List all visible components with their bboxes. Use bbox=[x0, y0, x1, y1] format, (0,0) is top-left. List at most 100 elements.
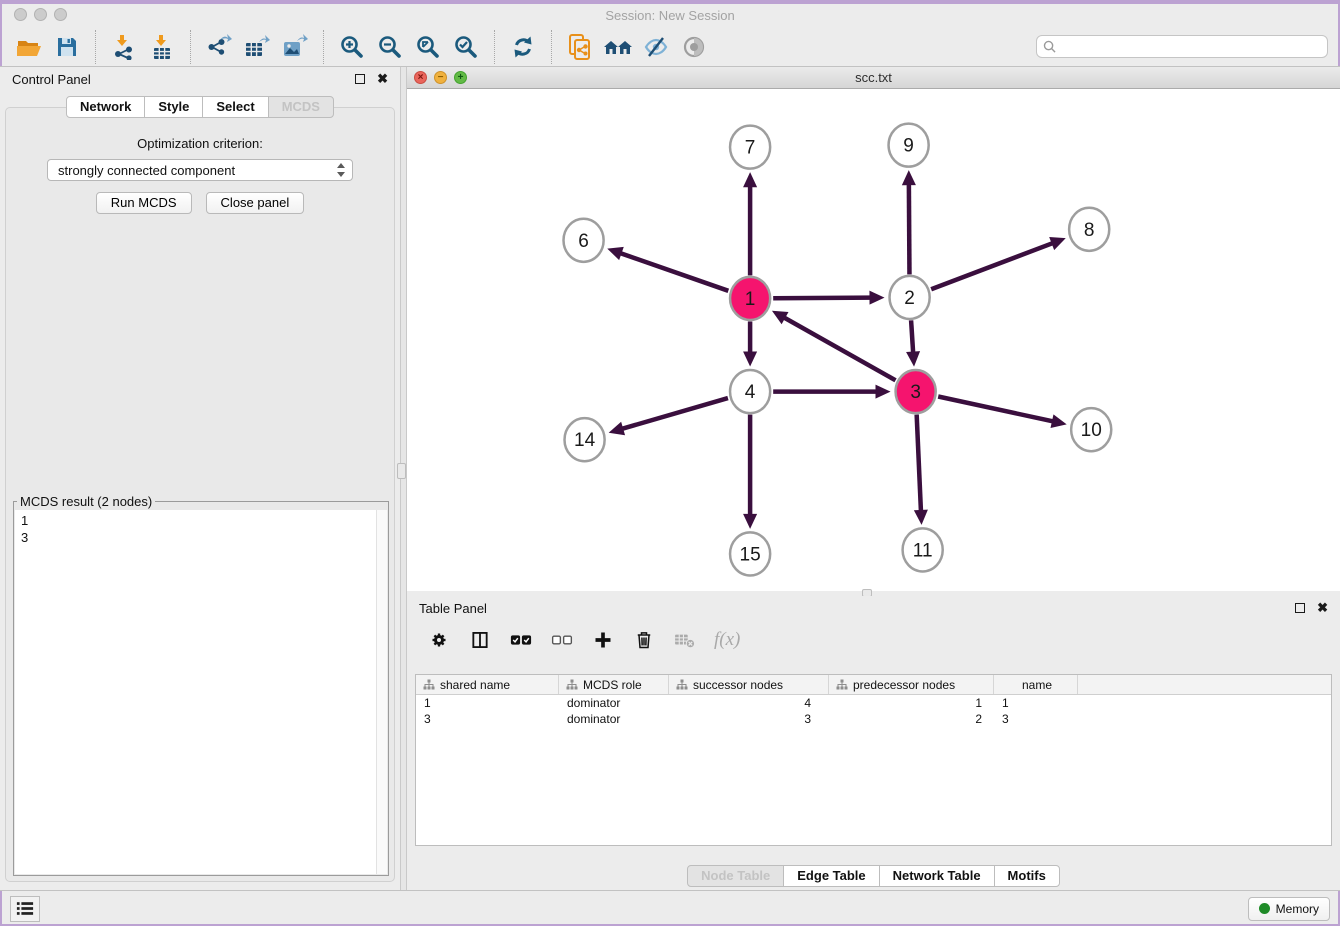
graph-edge-3-1[interactable] bbox=[783, 317, 895, 380]
vertical-splitter[interactable] bbox=[400, 67, 407, 890]
import-table-button[interactable] bbox=[145, 31, 179, 63]
open-session-button[interactable] bbox=[12, 31, 46, 63]
float-panel-icon[interactable] bbox=[355, 74, 365, 84]
cell-predecessor-nodes[interactable]: 2 bbox=[829, 712, 994, 726]
tab-style[interactable]: Style bbox=[144, 96, 203, 118]
tab-network-table[interactable]: Network Table bbox=[879, 865, 995, 887]
column-header-name[interactable]: name bbox=[994, 675, 1078, 694]
show-columns-button[interactable] bbox=[468, 628, 492, 652]
graph-edge-3-11[interactable] bbox=[917, 415, 921, 512]
cell-name[interactable]: 1 bbox=[994, 696, 1078, 710]
tab-edge-table[interactable]: Edge Table bbox=[783, 865, 879, 887]
zoom-fit-button[interactable] bbox=[411, 31, 445, 63]
zoom-out-button[interactable] bbox=[373, 31, 407, 63]
maximize-window-button[interactable] bbox=[54, 8, 67, 21]
task-history-button[interactable] bbox=[10, 896, 40, 922]
network-graph[interactable]: 7968124314101511 bbox=[407, 89, 1340, 591]
table-header-row: shared name MCDS role successor nodes bbox=[416, 675, 1331, 695]
graph-edge-2-3[interactable] bbox=[911, 320, 913, 353]
control-panel: Control Panel ✖ Network Style Select MCD… bbox=[0, 67, 400, 890]
tab-node-table[interactable]: Node Table bbox=[687, 865, 784, 887]
search-input[interactable] bbox=[1061, 39, 1321, 55]
result-line: 3 bbox=[21, 529, 381, 546]
mcds-result-title: MCDS result (2 nodes) bbox=[17, 494, 155, 509]
table-row[interactable]: 3 dominator 3 2 3 bbox=[416, 711, 1331, 727]
close-panel-button[interactable]: Close panel bbox=[206, 192, 305, 214]
cell-successor-nodes[interactable]: 3 bbox=[669, 712, 829, 726]
result-scrollbar[interactable] bbox=[376, 510, 387, 874]
search-box[interactable] bbox=[1036, 35, 1328, 58]
tab-mcds[interactable]: MCDS bbox=[268, 96, 334, 118]
cell-successor-nodes[interactable]: 4 bbox=[669, 696, 829, 710]
control-panel-title: Control Panel bbox=[12, 72, 91, 87]
graph-edge-3-10[interactable] bbox=[938, 396, 1054, 421]
save-icon bbox=[55, 35, 79, 59]
cell-shared-name[interactable]: 3 bbox=[416, 712, 559, 726]
close-window-button[interactable] bbox=[14, 8, 27, 21]
zoom-selected-button[interactable] bbox=[449, 31, 483, 63]
graph-edge-1-6[interactable] bbox=[620, 253, 729, 291]
clone-network-button[interactable] bbox=[563, 31, 597, 63]
minimize-window-button[interactable] bbox=[34, 8, 47, 21]
graph-edge-4-14[interactable] bbox=[621, 398, 728, 429]
run-mcds-button[interactable]: Run MCDS bbox=[96, 192, 192, 214]
network-canvas[interactable]: 7968124314101511 bbox=[407, 89, 1340, 591]
node-table[interactable]: shared name MCDS role successor nodes bbox=[415, 674, 1332, 846]
tab-select[interactable]: Select bbox=[202, 96, 268, 118]
hide-selected-button[interactable] bbox=[639, 31, 673, 63]
memory-button[interactable]: Memory bbox=[1248, 897, 1330, 921]
table-settings-button[interactable] bbox=[427, 628, 451, 652]
mcds-result-text[interactable]: 1 3 bbox=[15, 510, 387, 874]
float-panel-icon[interactable] bbox=[1295, 603, 1305, 613]
graph-edge-2-9[interactable] bbox=[909, 183, 910, 274]
save-session-button[interactable] bbox=[50, 31, 84, 63]
network-maximize-button[interactable]: + bbox=[454, 71, 467, 84]
list-icon bbox=[16, 901, 34, 916]
splitter-handle[interactable] bbox=[397, 463, 406, 479]
zoom-fit-icon bbox=[415, 34, 441, 60]
toolbar-separator bbox=[494, 30, 495, 64]
delete-column-button[interactable] bbox=[632, 628, 656, 652]
cell-predecessor-nodes[interactable]: 1 bbox=[829, 696, 994, 710]
cell-mcds-role[interactable]: dominator bbox=[559, 696, 669, 710]
cell-name[interactable]: 3 bbox=[994, 712, 1078, 726]
graph-edge-1-2[interactable] bbox=[773, 298, 871, 299]
refresh-button[interactable] bbox=[506, 31, 540, 63]
import-network-button[interactable] bbox=[107, 31, 141, 63]
delete-table-icon bbox=[674, 631, 696, 649]
select-all-rows-button[interactable] bbox=[509, 628, 533, 652]
network-minimize-button[interactable]: − bbox=[434, 71, 447, 84]
column-header-predecessor-nodes[interactable]: predecessor nodes bbox=[829, 675, 994, 694]
create-column-button[interactable] bbox=[591, 628, 615, 652]
close-panel-icon[interactable]: ✖ bbox=[1317, 603, 1328, 613]
graph-edge-2-8[interactable] bbox=[931, 243, 1053, 289]
table-row[interactable]: 1 dominator 4 1 1 bbox=[416, 695, 1331, 711]
column-header-shared-name[interactable]: shared name bbox=[416, 675, 559, 694]
network-close-button[interactable]: × bbox=[414, 71, 427, 84]
deselect-all-rows-button[interactable] bbox=[550, 628, 574, 652]
cell-shared-name[interactable]: 1 bbox=[416, 696, 559, 710]
home-view-button[interactable] bbox=[601, 31, 635, 63]
export-table-button[interactable] bbox=[240, 31, 274, 63]
window-titlebar[interactable]: Session: New Session bbox=[0, 4, 1340, 27]
export-network-button[interactable] bbox=[202, 31, 236, 63]
plus-icon bbox=[593, 630, 613, 650]
cell-mcds-role[interactable]: dominator bbox=[559, 712, 669, 726]
criterion-dropdown[interactable]: strongly connected component bbox=[47, 159, 353, 181]
column-tree-icon bbox=[836, 679, 848, 691]
refresh-icon bbox=[510, 34, 536, 60]
zoom-in-button[interactable] bbox=[335, 31, 369, 63]
tab-motifs[interactable]: Motifs bbox=[994, 865, 1060, 887]
graph-edge-arrowhead bbox=[902, 170, 916, 185]
graph-node-label: 14 bbox=[574, 430, 596, 451]
close-panel-icon[interactable]: ✖ bbox=[377, 74, 388, 84]
column-header-mcds-role[interactable]: MCDS role bbox=[559, 675, 669, 694]
export-image-button[interactable] bbox=[278, 31, 312, 63]
tab-network[interactable]: Network bbox=[66, 96, 145, 118]
graph-edge-arrowhead bbox=[609, 422, 625, 435]
select-all-icon bbox=[510, 633, 532, 647]
network-window-titlebar[interactable]: × − + scc.txt bbox=[407, 67, 1340, 89]
column-header-successor-nodes[interactable]: successor nodes bbox=[669, 675, 829, 694]
show-hidden-button[interactable] bbox=[677, 31, 711, 63]
graph-edge-arrowhead bbox=[607, 247, 624, 260]
